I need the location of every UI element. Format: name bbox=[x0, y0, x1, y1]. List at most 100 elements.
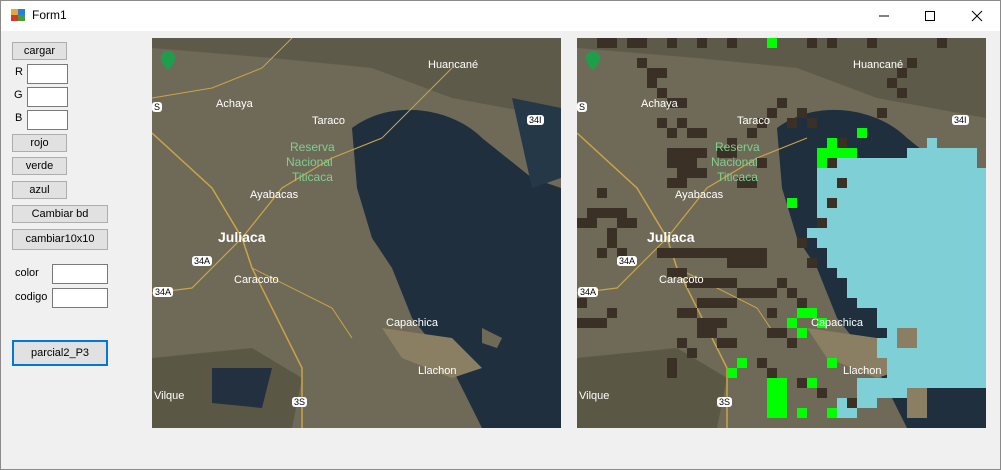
label-taraco: Taraco bbox=[312, 115, 346, 127]
brown-block bbox=[677, 178, 687, 188]
brown-block bbox=[807, 118, 817, 128]
green-block bbox=[767, 398, 777, 408]
b-input[interactable] bbox=[27, 110, 68, 130]
water-block bbox=[887, 368, 986, 378]
water-block bbox=[817, 168, 986, 178]
brown-block bbox=[697, 148, 707, 158]
water-block bbox=[827, 258, 986, 268]
cargar-button[interactable]: cargar bbox=[12, 42, 67, 60]
water-block bbox=[877, 338, 986, 348]
brown-block bbox=[617, 218, 627, 228]
label-vilque: Vilque bbox=[579, 390, 610, 402]
water-block bbox=[877, 308, 986, 318]
brown-block bbox=[767, 368, 777, 378]
brown-block bbox=[647, 78, 657, 88]
route-34a-badge: 34A bbox=[192, 256, 213, 266]
green-block bbox=[777, 398, 787, 408]
brown-block bbox=[737, 258, 747, 268]
brown-block bbox=[677, 148, 687, 158]
water-block bbox=[837, 268, 986, 278]
brown-block bbox=[677, 168, 687, 178]
water-block bbox=[877, 348, 986, 358]
brown-block bbox=[897, 88, 907, 98]
brown-block bbox=[757, 258, 767, 268]
brown-block bbox=[687, 148, 697, 158]
water-block bbox=[817, 218, 986, 228]
brown-block bbox=[677, 158, 687, 168]
brown-block bbox=[827, 38, 837, 48]
green-block bbox=[767, 38, 777, 48]
codigo-input[interactable] bbox=[52, 288, 108, 308]
green-block bbox=[787, 318, 797, 328]
brown-block bbox=[757, 358, 767, 368]
green-block bbox=[827, 148, 837, 158]
verde-button[interactable]: verde bbox=[12, 157, 67, 175]
original-map-picturebox: Huancané Achaya Taraco Reserva Nacional … bbox=[152, 38, 561, 428]
brown-block bbox=[677, 98, 687, 108]
parcial2-p3-button[interactable]: parcial2_P3 bbox=[12, 340, 108, 366]
label-vilque: Vilque bbox=[154, 390, 185, 402]
green-block bbox=[807, 378, 817, 388]
label-huancane: Huancané bbox=[853, 59, 904, 71]
brown-block bbox=[657, 68, 667, 78]
green-block bbox=[777, 388, 787, 398]
route-s-badge: S bbox=[152, 102, 163, 112]
brown-block bbox=[717, 318, 727, 328]
g-label: G bbox=[14, 89, 23, 101]
close-button[interactable] bbox=[954, 1, 1000, 31]
brown-block bbox=[667, 248, 677, 258]
brown-block bbox=[697, 38, 707, 48]
pixel-overlay bbox=[577, 38, 986, 428]
brown-block bbox=[677, 338, 687, 348]
brown-block bbox=[607, 38, 617, 48]
brown-block bbox=[817, 218, 827, 228]
route-s-badge: S bbox=[577, 102, 588, 112]
water-block bbox=[847, 288, 986, 298]
green-block bbox=[767, 378, 777, 388]
brown-block bbox=[587, 318, 597, 328]
water-block bbox=[857, 388, 907, 398]
g-input[interactable] bbox=[27, 87, 68, 107]
brown-block bbox=[787, 338, 797, 348]
brown-block bbox=[677, 248, 687, 258]
green-block bbox=[817, 148, 827, 158]
rojo-button[interactable]: rojo bbox=[12, 134, 67, 152]
azul-button[interactable]: azul bbox=[12, 181, 67, 199]
brown-block bbox=[737, 248, 747, 258]
green-block bbox=[777, 378, 787, 388]
brown-block bbox=[657, 118, 667, 128]
brown-block bbox=[707, 278, 717, 288]
color-input[interactable] bbox=[52, 264, 108, 284]
brown-block bbox=[687, 128, 697, 138]
brown-block bbox=[937, 38, 947, 48]
brown-block bbox=[797, 238, 807, 248]
r-input[interactable] bbox=[27, 64, 68, 84]
route-34a-badge: 34A bbox=[617, 256, 638, 266]
brown-block bbox=[597, 318, 607, 328]
water-block bbox=[927, 138, 937, 148]
cambiar-bd-button[interactable]: Cambiar bd bbox=[12, 205, 108, 223]
brown-block bbox=[787, 118, 797, 128]
water-block bbox=[857, 378, 986, 388]
water-block bbox=[877, 318, 986, 328]
route-3s-badge: 3S bbox=[292, 397, 308, 407]
brown-block bbox=[697, 248, 707, 258]
processed-map-picturebox: Huancané Achaya Taraco Reserva Nacional … bbox=[577, 38, 986, 428]
maximize-button[interactable] bbox=[907, 1, 953, 31]
brown-block bbox=[907, 58, 917, 68]
brown-block bbox=[697, 298, 707, 308]
minimize-button[interactable] bbox=[861, 1, 907, 31]
cambiar10x10-button[interactable]: cambiar10x10 bbox=[12, 229, 108, 250]
brown-block bbox=[687, 248, 697, 258]
green-block bbox=[767, 388, 777, 398]
label-capachica: Capachica bbox=[811, 317, 863, 329]
brown-block bbox=[747, 288, 757, 298]
water-block bbox=[807, 228, 986, 238]
label-caracoto: Caracoto bbox=[659, 274, 704, 286]
green-block bbox=[777, 408, 787, 418]
brown-block bbox=[607, 228, 617, 238]
title-bar: Form1 bbox=[1, 1, 1000, 31]
green-block bbox=[797, 308, 807, 318]
brown-block bbox=[777, 278, 787, 288]
brown-block bbox=[677, 118, 687, 128]
